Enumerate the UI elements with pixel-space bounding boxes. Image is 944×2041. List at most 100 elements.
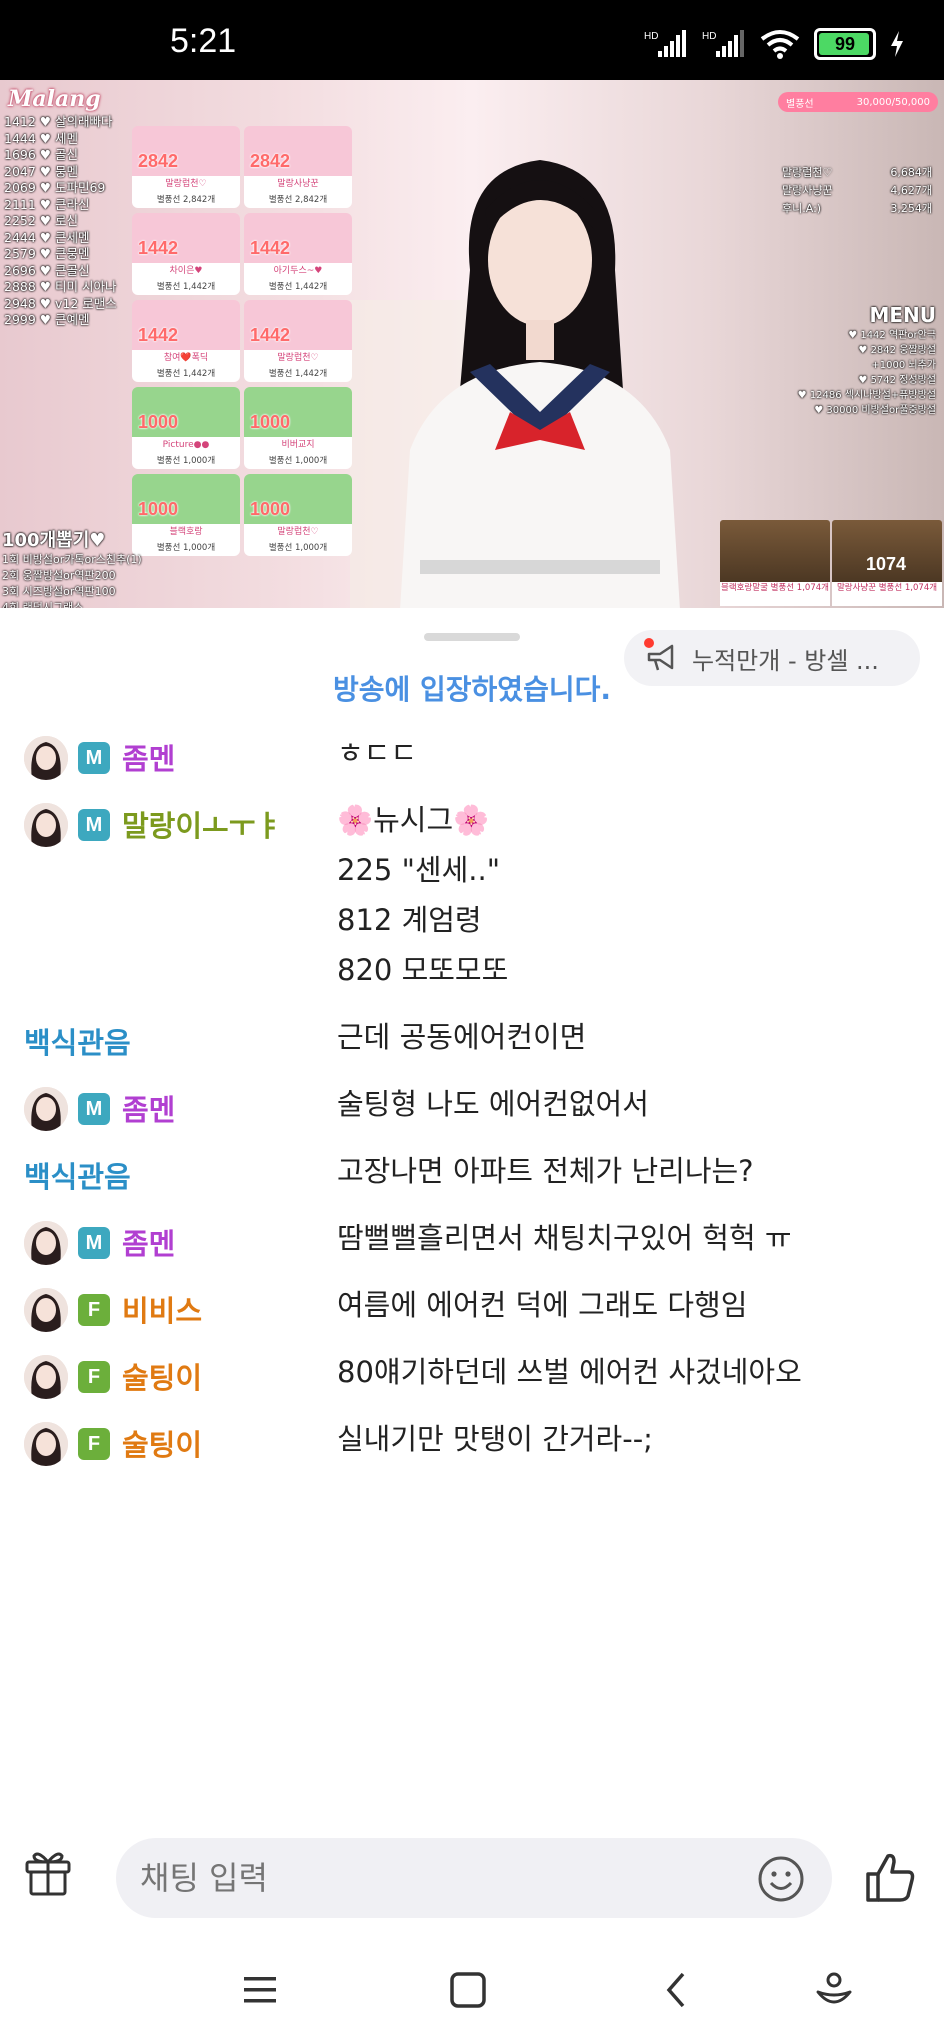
draw-title: 100개뽑기♥ bbox=[2, 530, 106, 551]
menu-item: ♥ 5742 정성방설 bbox=[858, 375, 936, 386]
menu-icon[interactable] bbox=[230, 1960, 290, 2020]
message-text: 🌸뉴시그🌸 bbox=[337, 803, 490, 837]
avatar[interactable] bbox=[24, 1221, 68, 1265]
user-badge: F bbox=[78, 1294, 110, 1326]
avatar[interactable] bbox=[24, 1288, 68, 1332]
signal-icon: HD bbox=[644, 30, 686, 57]
live-video[interactable]: Malang 1412 ♥ 살의래빠다 1444 ♥ 세멘 1696 ♥ 골신 204… bbox=[0, 80, 944, 608]
user-badge: M bbox=[78, 809, 110, 841]
username[interactable]: 말랑이ㅗㅜㅑ bbox=[122, 803, 282, 845]
user-badge: M bbox=[78, 742, 110, 774]
message-text: 술팅형 나도 에어컨없어서 bbox=[337, 1087, 649, 1121]
username[interactable]: 좀멘 bbox=[122, 1087, 175, 1129]
leader-value: 6,684개 bbox=[890, 166, 932, 179]
sponsor-card-number: 1442 bbox=[138, 325, 179, 345]
avatar[interactable] bbox=[24, 736, 68, 780]
chat-message: M 좀멘 술팅형 나도 에어컨없어서 bbox=[0, 1083, 944, 1150]
draw-item: 2회 웅짤방설or역판200 bbox=[2, 569, 116, 582]
message-text: 225 "센세.." bbox=[337, 853, 501, 887]
message-text: ㅎㄷㄷ bbox=[337, 736, 418, 770]
streamer-video-frame bbox=[350, 160, 680, 608]
sponsor-card-image: 1000 bbox=[244, 474, 352, 524]
sponsor-goal-value: 30,000/50,000 bbox=[856, 96, 930, 108]
ranking-item: 1696 ♥ 골신 bbox=[4, 147, 78, 162]
chat-message: 백식관음 근데 공동에어컨이면 bbox=[0, 1016, 944, 1083]
network-label-2: HD bbox=[702, 31, 716, 42]
sponsor-card: 1442 아기두스~♥ 별풍선 1,442개 bbox=[244, 213, 352, 297]
bottom-sponsor-label: 블랙호랑말굴 별풍선 1,074개 bbox=[720, 582, 830, 606]
ranking-list: 1412 ♥ 살의래빠다 1444 ♥ 세멘 1696 ♥ 골신 2047 ♥ 뭉멘 2… bbox=[4, 114, 117, 329]
gift-icon[interactable] bbox=[22, 1846, 74, 1898]
user-badge: M bbox=[78, 1227, 110, 1259]
username[interactable]: 백식관음 bbox=[24, 1154, 131, 1196]
ranking-item: 2579 ♥ 큰뭉멘 bbox=[4, 246, 90, 261]
sponsor-card-name: 말랑사냥꾼 bbox=[244, 176, 352, 192]
message-text: 820 모또모또 bbox=[337, 953, 509, 987]
sponsor-card-number: 2842 bbox=[250, 151, 291, 171]
signal-icon: HD bbox=[702, 30, 744, 57]
sponsor-card-name: 블랙호랑 bbox=[132, 524, 240, 540]
sponsor-card-name: 말랑럽천♡ bbox=[244, 524, 352, 540]
draw-item: 3회 시즈방설or역판100 bbox=[2, 585, 116, 598]
avatar[interactable] bbox=[24, 1422, 68, 1466]
username[interactable]: 좀멘 bbox=[122, 736, 175, 778]
avatar[interactable] bbox=[24, 1355, 68, 1399]
status-bar: 5:21 HD HD 99 bbox=[0, 0, 944, 80]
drag-handle[interactable] bbox=[424, 633, 520, 641]
sponsor-card: 1000 비버교지 별풍선 1,000개 bbox=[244, 387, 352, 471]
user-badge: M bbox=[78, 1093, 110, 1125]
sponsor-card-image: 1000 bbox=[132, 387, 240, 437]
sponsor-card-number: 1000 bbox=[138, 412, 179, 432]
sponsor-card-image: 2842 bbox=[132, 126, 240, 176]
sponsor-card-count: 별풍선 1,442개 bbox=[244, 279, 352, 295]
battery-level: 99 bbox=[834, 33, 856, 54]
menu-items: ♥ 1442 역판or안극 ♥ 2842 웅짤방설 +1000 뇌추가 ♥ 5742 … bbox=[798, 328, 936, 418]
username[interactable]: 술팅이 bbox=[122, 1355, 202, 1397]
leader-row: 후니.A:) 3,254개 bbox=[782, 200, 932, 218]
ranking-item: 2111 ♥ 큰라신 bbox=[4, 196, 90, 212]
leader-row: 말랑럽천♡ 6,684개 bbox=[782, 164, 932, 182]
ranking-item: 2999 ♥ 큰예멘 bbox=[4, 312, 90, 327]
sponsor-card-name: 아기두스~♥ bbox=[244, 263, 352, 279]
chat-list: M 좀멘 ㅎㄷㄷ M 말랑이ㅗㅜㅑ 🌸뉴시그🌸 225 "센세.." 812 계엄령 820 모… bbox=[0, 732, 944, 1485]
back-icon[interactable] bbox=[646, 1960, 706, 2020]
sponsor-card-number: 1442 bbox=[250, 238, 291, 258]
sponsor-card-number: 1442 bbox=[250, 325, 291, 345]
chat-message: M 말랑이ㅗㅜㅑ 🌸뉴시그🌸 225 "센세.." 812 계엄령 820 모또모또 bbox=[0, 799, 944, 1016]
username[interactable]: 술팅이 bbox=[122, 1422, 202, 1464]
channel-logo: Malang bbox=[8, 86, 101, 112]
username[interactable]: 좀멘 bbox=[122, 1221, 175, 1263]
leader-row: 말랑사냥꾼 4,627개 bbox=[782, 182, 932, 200]
ranking-item: 1444 ♥ 세멘 bbox=[4, 130, 78, 146]
sponsor-card-count: 별풍선 1,000개 bbox=[244, 453, 352, 469]
thumbs-up-icon[interactable] bbox=[862, 1850, 918, 1906]
sponsor-card-name: Picture●● bbox=[132, 437, 240, 453]
sponsor-card-count: 별풍선 1,442개 bbox=[132, 366, 240, 382]
draw-items: 1회 비방설or카톡or스친추(1) 2회 웅짤방설or역판200 3회 시즈방설o… bbox=[2, 552, 142, 608]
message-text: 실내기만 맛탱이 간거라--; bbox=[337, 1422, 653, 1456]
assistant-icon[interactable] bbox=[804, 1960, 864, 2020]
menu-item: +1000 뇌추가 bbox=[871, 360, 936, 371]
home-icon[interactable] bbox=[438, 1960, 498, 2020]
message-text: 고장나면 아파트 전체가 난리나는? bbox=[337, 1154, 754, 1188]
leader-name: 후니.A:) bbox=[782, 202, 822, 215]
sponsor-card-image: 1000 bbox=[132, 474, 240, 524]
username[interactable]: 백식관음 bbox=[24, 1020, 131, 1062]
leader-value: 4,627개 bbox=[890, 184, 932, 197]
chat-input[interactable] bbox=[116, 1838, 832, 1918]
ranking-item: 2948 ♥ v12 로맨스 bbox=[4, 295, 117, 311]
sponsor-card: 2842 말랑사냥꾼 별풍선 2,842개 bbox=[244, 126, 352, 210]
avatar[interactable] bbox=[24, 803, 68, 847]
sponsor-card: 1000 Picture●● 별풍선 1,000개 bbox=[132, 387, 240, 471]
sponsor-card: 2842 말랑럽천♡ 별풍선 2,842개 bbox=[132, 126, 240, 210]
sponsor-card-name: 비버교지 bbox=[244, 437, 352, 453]
avatar[interactable] bbox=[24, 1087, 68, 1131]
emoji-icon[interactable] bbox=[756, 1854, 806, 1904]
sponsor-card-image: 1442 bbox=[132, 300, 240, 350]
chat-message: 백식관음 고장나면 아파트 전체가 난리나는? bbox=[0, 1150, 944, 1217]
sponsor-card-number: 1000 bbox=[250, 412, 291, 432]
username[interactable]: 비비스 bbox=[122, 1288, 202, 1330]
menu-item: ♥ 12486 섹시나방설+퓨방방설 bbox=[797, 390, 936, 401]
sponsor-card-image: 1442 bbox=[132, 213, 240, 263]
sponsor-card-name: 차이은♥ bbox=[132, 263, 240, 279]
